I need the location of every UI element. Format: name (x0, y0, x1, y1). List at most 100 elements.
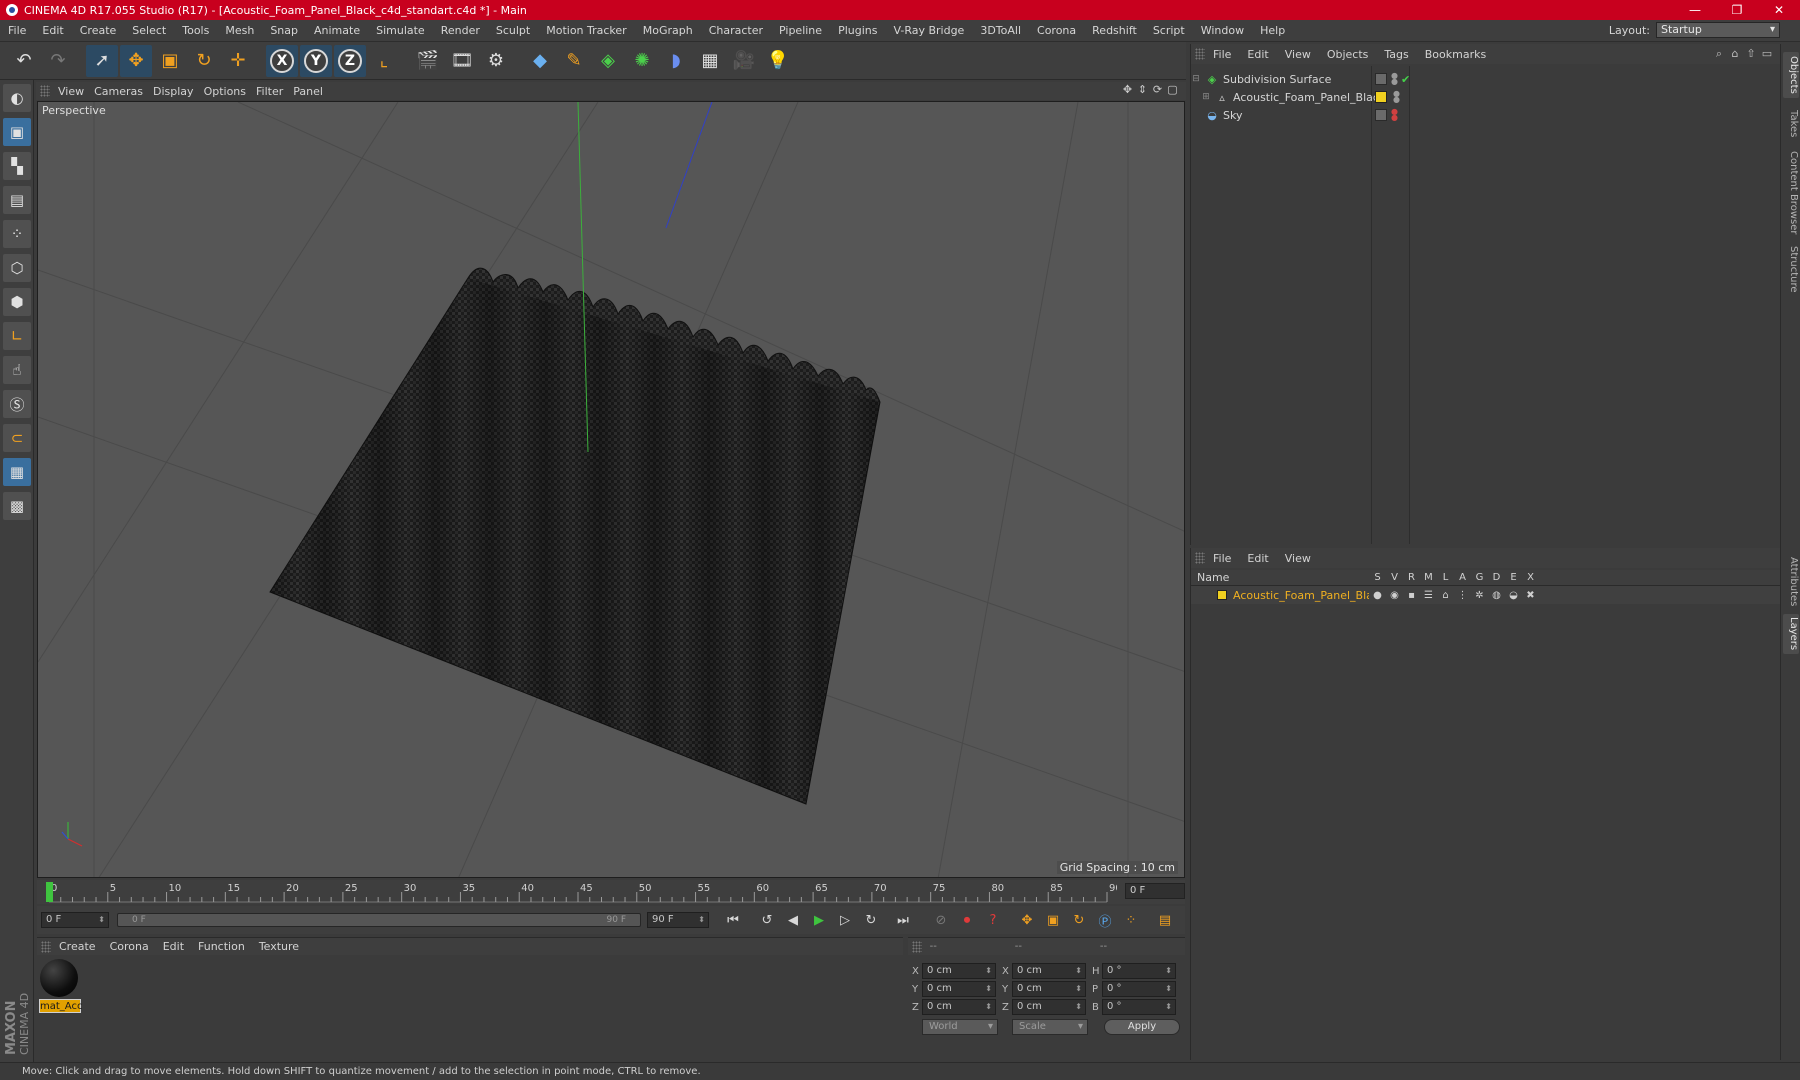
start-frame-field[interactable]: 0 F ⬍ (41, 912, 109, 928)
current-frame-field[interactable]: 0 F (1125, 883, 1185, 899)
timeline-window-icon[interactable]: ▤ (1153, 908, 1177, 932)
points-mode-icon[interactable]: ⁘ (3, 220, 31, 248)
menu-3dtoall[interactable]: 3DToAll (972, 24, 1029, 37)
locked-workplane-icon[interactable]: ▩ (3, 492, 31, 520)
menu-sculpt[interactable]: Sculpt (488, 24, 538, 37)
edges-mode-icon[interactable]: ⬡ (3, 254, 31, 282)
manager-toggle-icon[interactable]: ☰ (1420, 590, 1437, 601)
timeline-ruler[interactable]: 051015202530354045505560657075808590 0 F (37, 880, 1185, 904)
polygons-mode-icon[interactable]: ⬢ (3, 288, 31, 316)
material-menu-edit[interactable]: Edit (163, 940, 198, 953)
record-active-objects-icon[interactable]: ⏺ (955, 908, 979, 932)
deformer-icon[interactable]: ◗ (660, 45, 692, 77)
workplane-lock-icon[interactable]: ▦ (3, 458, 31, 486)
key-rotation-icon[interactable]: ↻ (1067, 908, 1091, 932)
perspective-viewport[interactable]: Perspective Grid Spacing : 10 cm (37, 101, 1185, 878)
home-icon[interactable]: ⌂ (1727, 47, 1743, 61)
floor-object-icon[interactable]: ▦ (694, 45, 726, 77)
model-mode-icon[interactable]: ▣ (3, 118, 31, 146)
render-toggle-icon[interactable]: ▪ (1403, 590, 1420, 601)
menu-snap[interactable]: Snap (262, 24, 306, 37)
menu-mograph[interactable]: MoGraph (635, 24, 701, 37)
lock-toggle-icon[interactable]: ⌂ (1437, 590, 1454, 601)
autokeying-icon[interactable]: ? (981, 908, 1005, 932)
render-view-icon[interactable]: 🎬 (412, 45, 444, 77)
enabled-check-icon[interactable]: ✔ (1401, 73, 1410, 86)
panel-grip-icon[interactable] (41, 940, 51, 953)
menu-corona[interactable]: Corona (1029, 24, 1084, 37)
pen-spline-icon[interactable]: ✎ (558, 45, 590, 77)
key-parameter-icon[interactable]: Ⓟ (1093, 908, 1117, 932)
size-mode-dropdown[interactable]: Scale (1012, 1019, 1088, 1035)
xref-toggle-icon[interactable]: ✖ (1522, 590, 1539, 601)
go-to-next-key-icon[interactable]: ↻ (859, 908, 883, 932)
object-row-acoustic-foam-panel[interactable]: ⊞ ▵ Acoustic_Foam_Panel_Black ● ● (1191, 88, 1781, 106)
expand-icon[interactable]: ⊞ (1201, 92, 1211, 102)
menu-create[interactable]: Create (72, 24, 125, 37)
previous-frame-icon[interactable]: ◀ (781, 908, 805, 932)
key-scale-icon[interactable]: ▣ (1041, 908, 1065, 932)
apply-button[interactable]: Apply (1104, 1019, 1180, 1035)
material-menu-create[interactable]: Create (59, 940, 110, 953)
menu-plugins[interactable]: Plugins (830, 24, 885, 37)
search-icon[interactable]: ⌕ (1711, 47, 1727, 61)
next-frame-icon[interactable]: ▷ (833, 908, 857, 932)
menu-vray-bridge[interactable]: V-Ray Bridge (885, 24, 972, 37)
edit-render-settings-icon[interactable]: ⚙ (480, 45, 512, 77)
pan-view-icon[interactable]: ✥ (1120, 83, 1135, 96)
layers-menu-view[interactable]: View (1285, 552, 1327, 565)
key-pla-icon[interactable]: ⁘ (1119, 908, 1143, 932)
y-axis-lock-icon[interactable]: Y (300, 44, 332, 77)
panel-grip-icon[interactable] (1195, 552, 1205, 564)
viewport-menu-display[interactable]: Display (153, 85, 204, 98)
panel-grip-icon[interactable] (40, 85, 50, 97)
animation-toggle-icon[interactable]: ⋮ (1454, 590, 1471, 601)
workplane-mode-icon[interactable]: ▤ (3, 186, 31, 214)
scale-tool-icon[interactable]: ▣ (154, 45, 186, 77)
live-selection-icon[interactable]: ➚ (86, 44, 118, 77)
position-z-field[interactable]: 0 cm ⬍ (922, 999, 996, 1015)
position-x-field[interactable]: 0 cm ⬍ (922, 963, 996, 979)
coordinate-mode-dropdown[interactable]: World (922, 1019, 998, 1035)
maximize-button[interactable]: ❐ (1716, 0, 1758, 20)
visibility-dots-icon[interactable]: ● ● (1393, 90, 1401, 104)
objects-menu-tags[interactable]: Tags (1384, 48, 1424, 61)
render-picture-viewer-icon[interactable]: 🎞 (446, 45, 478, 77)
play-forward-icon[interactable]: ▶ (807, 908, 831, 932)
layer-row[interactable]: Acoustic_Foam_Panel_Black ● ◉ ▪ ☰ ⌂ ⋮ ✲ … (1191, 586, 1781, 604)
move-tool-icon[interactable]: ✥ (120, 44, 152, 77)
objects-menu-view[interactable]: View (1285, 48, 1327, 61)
view-toggle-icon[interactable]: ◉ (1386, 590, 1403, 601)
object-row-subdivision-surface[interactable]: ⊟ ◈ Subdivision Surface ● ● ✔ (1191, 70, 1781, 88)
redo-icon[interactable]: ↷ (42, 45, 74, 77)
size-z-field[interactable]: 0 cm ⬍ (1012, 999, 1086, 1015)
motion-system-icon[interactable]: ⊘ (929, 908, 953, 932)
layers-menu-edit[interactable]: Edit (1247, 552, 1284, 565)
solo-toggle-icon[interactable]: ● (1369, 590, 1386, 601)
undo-icon[interactable]: ↶ (8, 45, 40, 77)
solo-mode-icon[interactable]: Ⓢ (3, 390, 31, 418)
menu-animate[interactable]: Animate (306, 24, 368, 37)
menu-tools[interactable]: Tools (174, 24, 217, 37)
camera-object-icon[interactable]: 🎥 (728, 45, 760, 77)
menu-select[interactable]: Select (124, 24, 174, 37)
x-axis-lock-icon[interactable]: X (266, 44, 298, 77)
viewport-menu-cameras[interactable]: Cameras (94, 85, 153, 98)
size-x-field[interactable]: 0 cm ⬍ (1012, 963, 1086, 979)
menu-motion-tracker[interactable]: Motion Tracker (538, 24, 634, 37)
menu-character[interactable]: Character (701, 24, 771, 37)
layer-color-swatch[interactable] (1217, 590, 1227, 600)
cloner-icon[interactable]: ✺ (626, 45, 658, 77)
snapping-icon[interactable]: ⊂ (3, 424, 31, 452)
dolly-view-icon[interactable]: ⇕ (1135, 83, 1150, 96)
preview-range-slider[interactable]: 0 F 90 F (117, 913, 641, 927)
viewport-menu-view[interactable]: View (58, 85, 94, 98)
menu-window[interactable]: Window (1193, 24, 1252, 37)
transform-tool-icon[interactable]: ✛ (222, 45, 254, 77)
layer-color-tag[interactable] (1375, 91, 1387, 103)
objects-menu-bookmarks[interactable]: Bookmarks (1425, 48, 1502, 61)
orbit-view-icon[interactable]: ⟳ (1150, 83, 1165, 96)
tab-takes[interactable]: Takes (1783, 104, 1799, 144)
panel-grip-icon[interactable] (912, 940, 922, 953)
make-editable-icon[interactable]: ◐ (3, 84, 31, 112)
